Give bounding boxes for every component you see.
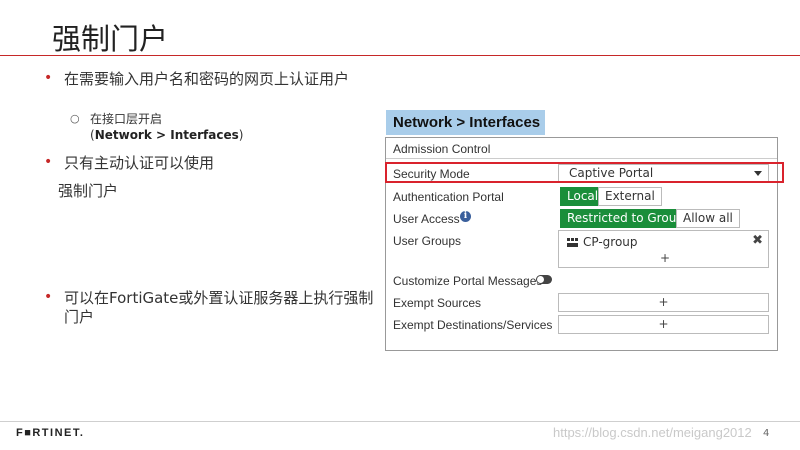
group-entry: CP-group: [567, 235, 638, 249]
user-groups-label: User Groups: [393, 234, 462, 248]
title-divider: [0, 55, 800, 56]
bullet-1: • 在需要输入用户名和密码的网页上认证用户: [44, 70, 376, 89]
section-title: Admission Control: [393, 142, 491, 156]
exempt-destinations-field[interactable]: +: [558, 315, 769, 334]
security-mode-highlight: [385, 162, 784, 183]
circle-bullet-icon: ○: [70, 112, 80, 125]
bullet-dot-icon: •: [44, 70, 53, 86]
slide-title: 强制门户: [52, 22, 169, 56]
exempt-destinations-label: Exempt Destinations/Services: [393, 318, 553, 332]
bullet-2: • 只有主动认证可以使用 强制门户: [44, 154, 376, 200]
user-access-label: User Access: [393, 212, 460, 226]
page-number: 4: [763, 428, 770, 439]
allow-all-button[interactable]: Allow all: [676, 209, 740, 228]
info-icon[interactable]: i: [460, 211, 471, 222]
sub-bullet-line1: 在接口层开启: [90, 112, 163, 126]
section-divider: [386, 158, 777, 159]
sub-bullet: ○ 在接口层开启 (Network > Interfaces): [70, 112, 244, 142]
customize-portal-toggle[interactable]: [536, 275, 552, 284]
remove-icon[interactable]: ✖: [752, 233, 763, 248]
nav-path-text: Network > Interfaces: [94, 128, 239, 142]
toggle-knob: [537, 276, 544, 283]
auth-portal-label: Authentication Portal: [393, 190, 504, 204]
user-groups-field[interactable]: CP-group ✖ +: [558, 230, 769, 268]
bullet-3: • 可以在FortiGate或外置认证服务器上执行强制门户: [44, 289, 376, 327]
bullet-text: 在需要输入用户名和密码的网页上认证用户: [64, 70, 350, 88]
panel-header: Network > Interfaces: [386, 110, 545, 135]
add-group-plus-icon[interactable]: +: [660, 251, 670, 265]
customize-portal-label: Customize Portal Messages: [393, 274, 543, 288]
group-icon: [567, 238, 578, 247]
bullet-2-continuation: 强制门户: [58, 182, 119, 200]
bullet-text: 可以在FortiGate或外置认证服务器上执行强制门户: [64, 289, 374, 326]
bullet-dot-icon: •: [44, 154, 53, 170]
group-name: CP-group: [583, 235, 638, 249]
bullet-dot-icon: •: [44, 289, 53, 305]
footer-divider: [0, 421, 800, 422]
fortinet-logo: F■RTINET.: [16, 427, 85, 439]
bullet-text: 只有主动认证可以使用: [64, 154, 215, 172]
watermark-text: https://blog.csdn.net/meigang2012: [553, 425, 752, 440]
exempt-sources-label: Exempt Sources: [393, 296, 482, 310]
exempt-sources-field[interactable]: +: [558, 293, 769, 312]
auth-portal-external-button[interactable]: External: [598, 187, 662, 206]
